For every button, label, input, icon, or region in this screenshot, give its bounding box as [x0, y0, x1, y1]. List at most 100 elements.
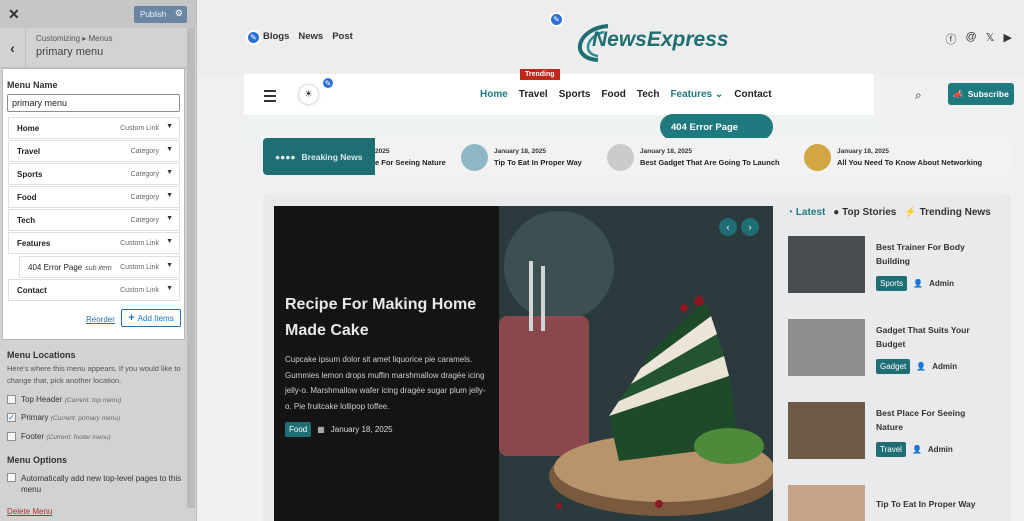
top-link[interactable]: Post [332, 31, 353, 42]
expand-arrow-icon[interactable]: ▼ [166, 285, 173, 292]
checkbox[interactable] [7, 473, 16, 482]
location-top-header[interactable]: Top Header (Current: top menu) [7, 395, 121, 404]
back-icon[interactable]: ‹ [0, 28, 26, 68]
menu-item[interactable]: Tech Category ▼ [8, 209, 180, 231]
menu-subitem[interactable]: 404 Error Page sub item Custom Link ▼ [19, 256, 180, 278]
tab-trending-news[interactable]: ⚡ Trending News [904, 207, 990, 218]
expand-arrow-icon[interactable]: ▼ [166, 262, 173, 269]
category-tag[interactable]: Food [285, 422, 312, 437]
dropdown-item-404[interactable]: 404 Error Page [660, 114, 773, 140]
menu-item-title: Features [17, 239, 51, 248]
menu-item[interactable]: Food Category ▼ [8, 186, 180, 208]
checkbox-checked[interactable]: ✓ [7, 413, 16, 422]
expand-arrow-icon[interactable]: ▼ [166, 192, 173, 199]
edit-shortcut-icon[interactable]: ✎ [549, 12, 564, 27]
post-thumbnail [788, 319, 865, 376]
menu-name-input[interactable]: primary menu [7, 94, 180, 112]
sidebar-post[interactable]: Best Trainer For Body Building Sports 👤 … [788, 236, 1008, 296]
ticker-item[interactable]: January 18, 2025 Tip To Eat In Proper Way [461, 143, 582, 171]
location-label: Primary [21, 413, 49, 422]
primary-nav-bar: ✎ ☀ Trending Home Travel Sports Food Tec… [244, 69, 874, 140]
site-logo[interactable]: NewsExpress [568, 18, 729, 64]
sidebar-post[interactable]: Gadget That Suits Your Budget Gadget 👤 A… [788, 319, 1008, 379]
edit-shortcut-icon[interactable]: ✎ [246, 30, 261, 45]
user-icon: 👤 [911, 445, 922, 454]
nav-item-sports[interactable]: Sports [559, 89, 591, 100]
prev-arrow-icon[interactable]: ‹ [719, 218, 737, 236]
menu-item[interactable]: Travel Category ▼ [8, 140, 180, 162]
nav-item-features[interactable]: Features ⌄ [670, 89, 723, 100]
search-icon[interactable]: ⌕ [915, 88, 922, 103]
post-meta: Travel 👤 Admin [876, 442, 953, 457]
checkbox[interactable] [7, 432, 16, 441]
menu-item[interactable]: Home Custom Link ▼ [8, 117, 180, 139]
post-meta: Gadget 👤 Admin [876, 359, 957, 374]
auto-add-option[interactable]: Automatically add new top-level pages to… [7, 473, 182, 495]
close-icon[interactable]: ✕ [8, 6, 20, 23]
delete-menu-link[interactable]: Delete Menu [7, 507, 52, 516]
top-link[interactable]: Blogs [263, 31, 289, 42]
hero-title[interactable]: Recipe For Making Home Made Cake [285, 292, 490, 344]
checkbox[interactable] [7, 395, 16, 404]
user-icon: 👤 [916, 362, 927, 371]
youtube-icon[interactable]: ▶ [1004, 31, 1012, 47]
add-items-button[interactable]: + Add Items [121, 309, 181, 327]
tab-trending-label: Trending News [919, 207, 991, 218]
menu-item-type: Category [130, 148, 159, 155]
tab-latest[interactable]: ◔ Latest [787, 207, 825, 218]
category-tag[interactable]: Travel [876, 442, 906, 457]
location-text: Footer (Current: footer menu) [21, 432, 111, 441]
nav-item-food[interactable]: Food [601, 89, 625, 100]
social-links: ⓕ @ 𝕏 ▶ [945, 31, 1012, 47]
expand-arrow-icon[interactable]: ▼ [166, 169, 173, 176]
theme-toggle-icon[interactable]: ☀ [299, 85, 318, 104]
post-title[interactable]: Best Trainer For Body Building [876, 240, 986, 268]
expand-arrow-icon[interactable]: ▼ [166, 238, 173, 245]
facebook-icon[interactable]: ⓕ [945, 31, 956, 47]
reorder-link[interactable]: Reorder [86, 315, 115, 324]
menu-item[interactable]: Features Custom Link ▼ [8, 232, 180, 254]
sidebar-post[interactable]: Tip To Eat In Proper Way [788, 485, 1008, 521]
nav-item-home[interactable]: Home [480, 89, 508, 100]
location-label: Footer [21, 432, 45, 441]
menu-item-title: Food [17, 193, 37, 202]
expand-arrow-icon[interactable]: ▼ [166, 123, 173, 130]
post-title[interactable]: Tip To Eat In Proper Way [876, 497, 986, 511]
subscribe-button[interactable]: 📣 Subscribe [948, 83, 1014, 105]
x-icon[interactable]: 𝕏 [986, 31, 995, 47]
tab-top-stories[interactable]: ● Top Stories [833, 207, 896, 218]
nav-item-contact[interactable]: Contact [734, 89, 771, 100]
expand-arrow-icon[interactable]: ▼ [166, 146, 173, 153]
ticker-item[interactable]: January 18, 2025 All You Need To Know Abo… [804, 143, 982, 171]
edit-shortcut-icon[interactable]: ✎ [321, 76, 335, 90]
post-title[interactable]: Best Place For Seeing Nature [876, 406, 986, 434]
threads-icon[interactable]: @ [965, 31, 976, 47]
expand-arrow-icon[interactable]: ▼ [166, 215, 173, 222]
publish-button[interactable]: Publish ⚙ [134, 6, 187, 23]
sidebar-post[interactable]: Best Place For Seeing Nature Travel 👤 Ad… [788, 402, 1008, 462]
plus-icon: + [128, 312, 135, 324]
menu-item[interactable]: Contact Custom Link ▼ [8, 279, 180, 301]
location-footer[interactable]: Footer (Current: footer menu) [7, 432, 111, 441]
top-link[interactable]: News [298, 31, 323, 42]
next-arrow-icon[interactable]: › [741, 218, 759, 236]
site-preview: ✎ Blogs News Post ✎ NewsExpress ⓕ @ 𝕏 ▶ … [198, 0, 1024, 521]
customizer-panel: ✕ Publish ⚙ ‹ Customizing ▸ Menus primar… [0, 0, 197, 521]
ticker-title: e For Seeing Nature [375, 157, 446, 167]
post-title[interactable]: Gadget That Suits Your Budget [876, 323, 986, 351]
nav-item-tech[interactable]: Tech [637, 89, 660, 100]
category-tag[interactable]: Sports [876, 276, 908, 291]
menu-item[interactable]: Sports Category ▼ [8, 163, 180, 185]
category-tag[interactable]: Gadget [876, 359, 911, 374]
hero-post[interactable]: Recipe For Making Home Made Cake Cupcake… [274, 206, 773, 521]
ticker-item[interactable]: January 18, 2025 Best Gadget That Are Goi… [607, 143, 780, 171]
gear-icon[interactable]: ⚙ [175, 8, 183, 19]
panel-scrollbar[interactable] [187, 28, 195, 508]
ticker-item[interactable]: 2025 e For Seeing Nature [375, 144, 446, 170]
nav-item-travel[interactable]: Travel [519, 89, 548, 100]
main-content: Recipe For Making Home Made Cake Cupcake… [263, 193, 1011, 521]
location-primary[interactable]: ✓ Primary (Current: primary menu) [7, 413, 120, 422]
ticker-title: Best Gadget That Are Going To Launch [640, 157, 780, 167]
ticker-date: January 18, 2025 [837, 147, 890, 155]
hamburger-menu-icon[interactable] [264, 90, 276, 105]
